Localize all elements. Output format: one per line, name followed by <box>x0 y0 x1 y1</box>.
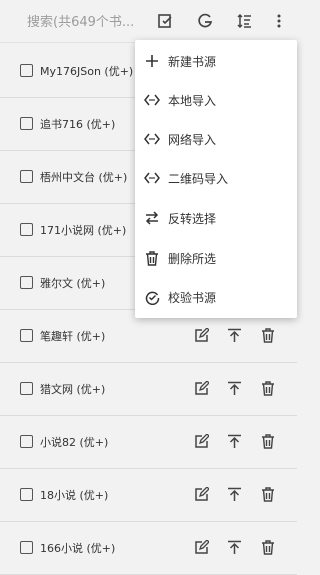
delete-icon[interactable] <box>259 539 277 557</box>
edit-icon[interactable] <box>192 327 210 345</box>
delete-icon[interactable] <box>259 327 277 345</box>
delete-icon[interactable] <box>259 433 277 451</box>
edit-icon[interactable] <box>192 486 210 504</box>
row-checkbox[interactable] <box>20 276 33 289</box>
code-icon <box>144 131 160 147</box>
code-icon <box>144 170 160 186</box>
popup-menu: 新建书源 本地导入 网络导入 二维码导入 反转选择 删除所选 校验书源 <box>135 40 297 318</box>
row-checkbox[interactable] <box>20 488 33 501</box>
source-name: 18小说 (优+) <box>40 488 109 502</box>
menu-item-label: 本地导入 <box>168 93 217 108</box>
menu-item-new-source[interactable]: 新建书源 <box>135 43 297 79</box>
delete-icon[interactable] <box>259 486 277 504</box>
select-icon[interactable] <box>155 11 175 31</box>
row-checkbox[interactable] <box>20 223 33 236</box>
menu-item-network-import[interactable]: 网络导入 <box>135 121 297 157</box>
row-checkbox[interactable] <box>20 541 33 554</box>
menu-item-label: 删除所选 <box>168 251 217 266</box>
move-to-top-icon[interactable] <box>225 380 243 398</box>
row-checkbox[interactable] <box>20 64 33 77</box>
check-icon <box>144 289 160 305</box>
list-item[interactable]: 小说82 (优+) <box>0 415 297 469</box>
source-name: 166小说 (优+) <box>40 541 116 555</box>
menu-item-invert-selection[interactable]: 反转选择 <box>135 200 297 236</box>
menu-item-check-source[interactable]: 校验书源 <box>135 279 297 315</box>
list-item[interactable]: 猎文网 (优+) <box>0 362 297 416</box>
sort-icon[interactable] <box>234 11 254 31</box>
source-name: 小说82 (优+) <box>40 435 109 449</box>
edit-icon[interactable] <box>192 380 210 398</box>
menu-item-label: 反转选择 <box>168 211 217 226</box>
move-to-top-icon[interactable] <box>225 327 243 345</box>
row-checkbox[interactable] <box>20 329 33 342</box>
source-name: 雅尔文 (优+) <box>40 276 106 290</box>
menu-item-delete-selected[interactable]: 删除所选 <box>135 240 297 276</box>
menu-item-label: 新建书源 <box>168 54 217 69</box>
edit-icon[interactable] <box>192 539 210 557</box>
swap-icon <box>144 210 160 226</box>
row-checkbox[interactable] <box>20 170 33 183</box>
source-name: 猎文网 (优+) <box>40 382 106 396</box>
toolbar: 搜索(共649个书... <box>0 0 297 43</box>
source-name: 追书716 (优+) <box>40 117 116 131</box>
row-checkbox[interactable] <box>20 117 33 130</box>
menu-item-label: 校验书源 <box>168 290 217 305</box>
menu-item-local-import[interactable]: 本地导入 <box>135 82 297 118</box>
source-name: 梧州中文台 (优+) <box>40 170 128 184</box>
code-icon <box>144 92 160 108</box>
menu-item-qrcode-import[interactable]: 二维码导入 <box>135 160 297 196</box>
list-item[interactable]: 166小说 (优+) <box>0 521 297 575</box>
move-to-top-icon[interactable] <box>225 433 243 451</box>
move-to-top-icon[interactable] <box>225 539 243 557</box>
source-name: My176JSon (优+) <box>40 64 134 78</box>
menu-item-label: 网络导入 <box>168 132 217 147</box>
list-item[interactable]: 18小说 (优+) <box>0 468 297 522</box>
more-vert-icon[interactable] <box>269 11 289 31</box>
move-to-top-icon[interactable] <box>225 486 243 504</box>
search-input[interactable]: 搜索(共649个书... <box>27 11 145 30</box>
source-name: 笔趣轩 (优+) <box>40 329 106 343</box>
trash-icon <box>144 250 160 266</box>
row-checkbox[interactable] <box>20 435 33 448</box>
delete-icon[interactable] <box>259 380 277 398</box>
source-name: 171小说网 (优+) <box>40 223 127 237</box>
plus-icon <box>144 53 160 69</box>
group-icon[interactable] <box>195 11 215 31</box>
edit-icon[interactable] <box>192 433 210 451</box>
row-checkbox[interactable] <box>20 382 33 395</box>
menu-item-label: 二维码导入 <box>168 171 229 186</box>
